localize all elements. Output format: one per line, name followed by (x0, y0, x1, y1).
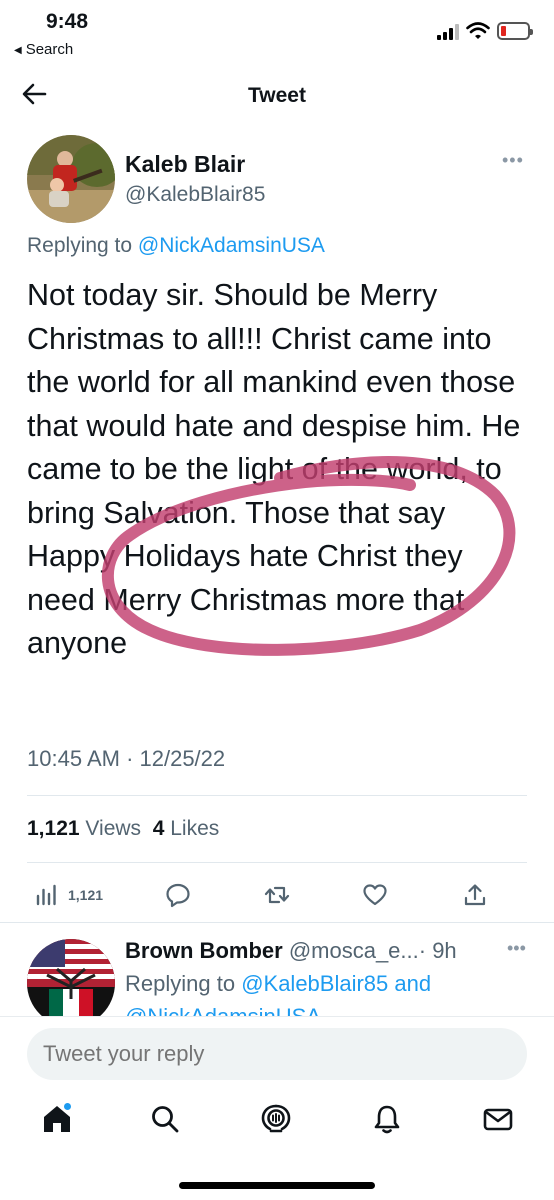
share-icon (464, 884, 486, 906)
reply-replying-overflow[interactable]: @NickAdamsinUSA (125, 1004, 321, 1016)
reply-author-handle[interactable]: @mosca_e... (289, 938, 419, 963)
reply-time: · 9h (418, 938, 457, 963)
author-avatar[interactable] (27, 135, 115, 223)
tab-search[interactable] (148, 1102, 182, 1136)
reply-author-name[interactable]: Brown Bomber (125, 938, 283, 963)
tab-messages[interactable] (481, 1102, 515, 1136)
replying-to: Replying to @NickAdamsinUSA (27, 234, 325, 258)
top-header: Tweet (0, 66, 554, 124)
reply-replying-prefix: Replying to (125, 971, 242, 996)
tab-spaces[interactable] (259, 1102, 293, 1136)
divider (27, 795, 527, 796)
views-label[interactable]: Views (85, 817, 141, 840)
analytics-icon (36, 884, 56, 906)
author-handle[interactable]: @KalebBlair85 (125, 183, 265, 207)
back-triangle-icon: ◀ (14, 45, 22, 56)
replying-prefix: Replying to (27, 234, 138, 257)
retweet-icon (264, 886, 290, 904)
divider (0, 922, 554, 923)
more-options-icon[interactable]: ••• (502, 150, 524, 171)
notifications-icon (374, 1105, 400, 1134)
tweet-metrics: 1,121 Views 4 Likes (27, 817, 219, 841)
divider (27, 862, 527, 863)
reply-replying-to-link[interactable]: @KalebBlair85 and (241, 971, 431, 996)
like-button[interactable] (362, 868, 388, 922)
search-icon (152, 1106, 179, 1133)
like-icon (363, 884, 387, 906)
page-title: Tweet (248, 84, 306, 107)
tab-notifications[interactable] (370, 1102, 404, 1136)
tweet-timestamp: 10:45 AM · 12/25/22 (27, 746, 226, 771)
signal-icon (437, 24, 459, 40)
reply-more-options-icon[interactable]: ••• (507, 938, 526, 959)
reply-replying-to: Replying to @KalebBlair85 and (125, 971, 431, 997)
likes-label[interactable]: Likes (170, 817, 219, 840)
wifi-icon (466, 22, 490, 39)
spaces-icon (261, 1104, 291, 1133)
retweet-button[interactable] (264, 868, 290, 922)
author-name[interactable]: Kaleb Blair (125, 151, 245, 178)
status-bar: 9:48 ◀ Search (0, 0, 554, 66)
status-time: 9:48 (46, 10, 89, 33)
tweet-text: Not today sir. Should be Merry Christmas… (27, 278, 521, 660)
reply-icon (166, 883, 190, 908)
reply-header: Brown Bomber @mosca_e...· 9h (125, 938, 457, 964)
back-to-app-link[interactable]: ◀ Search (14, 41, 73, 58)
reply-input[interactable] (27, 1028, 527, 1080)
reply-button[interactable] (165, 868, 191, 922)
new-content-dot (63, 1102, 72, 1111)
share-button[interactable] (462, 868, 488, 922)
messages-icon (483, 1108, 513, 1131)
reply-composer (0, 1016, 554, 1090)
views-count: 1,121 (27, 817, 80, 840)
likes-count: 4 (152, 817, 165, 840)
reply-author-avatar[interactable] (27, 939, 115, 1027)
tweet-actions: 1,121 (0, 868, 554, 922)
analytics-button[interactable]: 1,121 (34, 868, 103, 922)
replying-to-link[interactable]: @NickAdamsinUSA (138, 234, 325, 257)
home-indicator[interactable] (179, 1182, 375, 1189)
battery-icon (497, 22, 533, 40)
analytics-count: 1,121 (68, 887, 104, 903)
tab-bar (0, 1090, 554, 1158)
tab-home[interactable] (40, 1102, 74, 1136)
back-app-label: Search (25, 41, 74, 58)
